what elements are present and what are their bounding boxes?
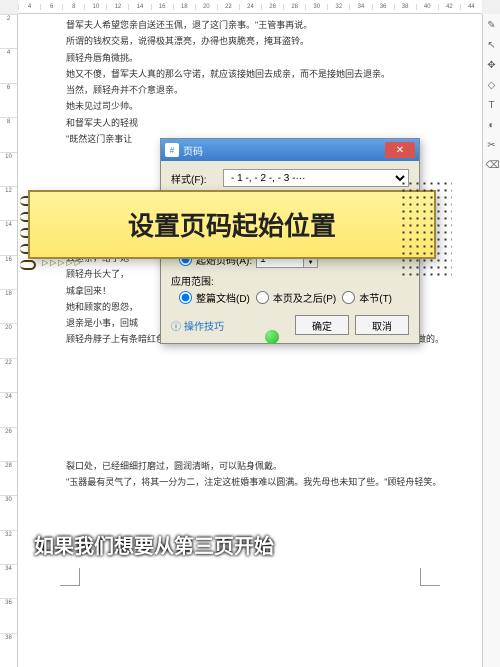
scope-after-radio[interactable]: [256, 291, 269, 304]
scope-label: 应用范围:: [171, 273, 409, 288]
paint-icon[interactable]: ◐: [486, 120, 498, 132]
paragraph: 当然，顾轻舟并不介意退亲。: [48, 83, 452, 98]
style-label: 样式(F):: [171, 171, 223, 186]
paragraph: 顾轻舟唇角微挑。: [48, 51, 452, 66]
text-icon[interactable]: T: [486, 100, 498, 112]
horizontal-ruler: 468101214161820222426283032343638404244: [18, 0, 482, 14]
subtitle-text: 如果我们想要从第三页开始: [34, 530, 274, 559]
shape-icon[interactable]: ◇: [486, 80, 498, 92]
dialog-icon: #: [165, 143, 179, 157]
clip-icon[interactable]: ✂: [486, 140, 498, 152]
page-break-corners: [60, 568, 440, 590]
style-select[interactable]: - 1 -, - 2 -, - 3 -···: [223, 169, 409, 187]
close-button[interactable]: ✕: [385, 142, 415, 158]
pan-icon[interactable]: ✥: [486, 60, 498, 72]
tips-link[interactable]: ⓘ 操作技巧: [171, 318, 224, 333]
ok-button[interactable]: 确定: [295, 315, 349, 335]
paragraph: 她又不傻，督军夫人真的那么守诺，就应该接她回去成亲，而不是接她回去退亲。: [48, 67, 452, 82]
dialog-titlebar[interactable]: # 页码 ✕: [161, 139, 419, 161]
right-toolbox: ✎ ↖ ✥ ◇ T ◐ ✂ ⌫: [482, 14, 500, 667]
paragraph: 督军夫人希望您亲自送还玉佩，退了这门亲事。"王管事再说。: [48, 18, 452, 33]
scope-section-radio[interactable]: [342, 291, 355, 304]
scope-after-row[interactable]: 本页及之后(P): [256, 290, 336, 305]
cursor-highlight-icon: [265, 330, 279, 344]
paragraph: 和督军夫人的轻视: [48, 116, 452, 131]
paragraph: 所谓的钱权交易，说得极其漂亮，办得也爽脆亮，掩耳盗铃。: [48, 34, 452, 49]
info-icon: ⓘ: [171, 318, 181, 333]
scope-whole-radio[interactable]: [179, 291, 192, 304]
paragraph: 她未见过司少帅。: [48, 99, 452, 114]
scope-section-row[interactable]: 本节(T): [342, 290, 392, 305]
arrows-decoration-icon: ▷▷▷▷▷: [42, 258, 83, 267]
vertical-ruler: 2468101214161820222426283032343638: [0, 14, 18, 667]
scope-whole-row[interactable]: 整篇文档(D): [179, 290, 250, 305]
dialog-title: 页码: [183, 143, 385, 158]
headline-banner: 设置页码起始位置: [28, 190, 436, 259]
erase-icon[interactable]: ⌫: [486, 160, 498, 172]
spin-down-icon[interactable]: ▼: [304, 259, 317, 267]
pencil-icon[interactable]: ✎: [486, 20, 498, 32]
cursor-icon[interactable]: ↖: [486, 40, 498, 52]
cancel-button[interactable]: 取消: [355, 315, 409, 335]
paragraph: 裂口处，已经细细打磨过，圆润清晰，可以贴身佩戴。: [48, 459, 452, 474]
paragraph: "玉器最有灵气了，将其一分为二，注定这桩婚事难以圆满。我先母也未知了些。"顾轻舟…: [48, 475, 452, 490]
